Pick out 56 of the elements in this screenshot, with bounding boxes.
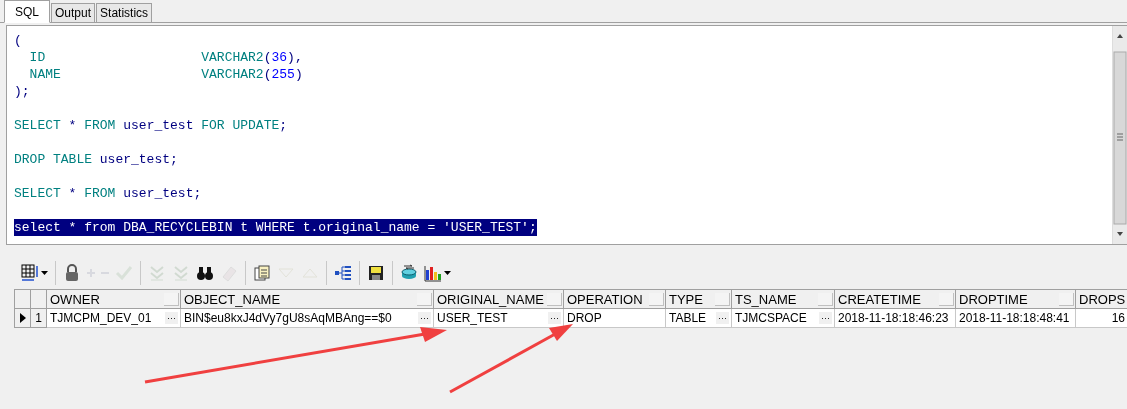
lock-icon [63,264,81,282]
table-cell: 2018-11-18:18:46:23 [835,309,956,328]
code-line: ); [14,83,30,100]
column-header[interactable]: OBJECT_NAME [181,290,434,309]
ellipsis-button[interactable]: ··· [716,312,729,324]
tab[interactable]: SQL [4,0,50,23]
database-icon [400,264,418,282]
ellipsis-button[interactable]: ··· [819,312,832,324]
double-chevron-icon [172,264,190,282]
vertical-scrollbar[interactable] [1112,26,1127,244]
plus-icon [87,269,95,277]
floppy-icon [367,264,385,282]
row-indicator[interactable] [15,309,31,328]
code-line: ID VARCHAR2(36), [28,49,303,66]
column-header[interactable]: DROPS [1076,290,1127,309]
header-button[interactable] [547,292,562,306]
double-chevron-icon [148,264,166,282]
column-header[interactable]: TS_NAME [732,290,835,309]
column-header[interactable]: DROPTIME [956,290,1076,309]
grid-icon [21,264,39,282]
code-line: NAME VARCHAR2(255) [28,66,303,83]
header-button[interactable] [164,292,179,306]
code-line: SELECT * FROM user_test; [14,185,202,202]
table-cell: 16 [1076,309,1127,328]
table-cell: 2018-11-18:18:48:41 [956,309,1076,328]
code-line: ( [14,32,22,49]
column-header[interactable]: ORIGINAL_NAME [434,290,564,309]
tree-icon [334,264,352,282]
header-button[interactable] [818,292,833,306]
header-button[interactable] [649,292,664,306]
ellipsis-button[interactable]: ··· [548,312,561,324]
table-cell: TJMCPM_DEV_01 ··· [47,309,181,328]
header-button[interactable] [417,292,432,306]
header-button[interactable] [715,292,730,306]
row-number: 1 [31,309,47,328]
caret-icon [41,271,48,275]
column-header[interactable]: CREATETIME [835,290,956,309]
tab[interactable]: Statistics [96,3,153,22]
ellipsis-button[interactable]: ··· [418,312,431,324]
bar-chart-icon [424,264,442,282]
column-header[interactable]: OPERATION [564,290,666,309]
table-cell: TJMCSPACE ··· [732,309,835,328]
ellipsis-button[interactable]: ··· [165,312,178,324]
table-cell: BIN$eu8kxJ4dVy7gU8sAqMBAng==$0 ··· [181,309,434,328]
sql-editor[interactable]: ( ID VARCHAR2(36), NAME VARCHAR2(255) ); SELECT * FROM user_test FOR UPDATE; DROP TABLE user_test; SELECT * FROM user_test; select * from DBA_RECYCLEBIN t WHERE t.original_name = 'USER_TEST'; [6,25,1127,245]
tab[interactable]: Output [51,3,96,22]
code-line: DROP TABLE user_test; [14,151,178,168]
binoculars-icon [196,264,214,282]
header-button[interactable] [939,292,954,306]
code-line: SELECT * FROM user_test FOR UPDATE; [14,117,288,134]
caret-icon [444,271,451,275]
header-button[interactable] [1059,292,1074,306]
column-header[interactable]: TYPE [666,290,732,309]
column-header[interactable]: OWNER [47,290,181,309]
documents-icon [253,264,271,282]
table-cell: TABLE ··· [666,309,732,328]
